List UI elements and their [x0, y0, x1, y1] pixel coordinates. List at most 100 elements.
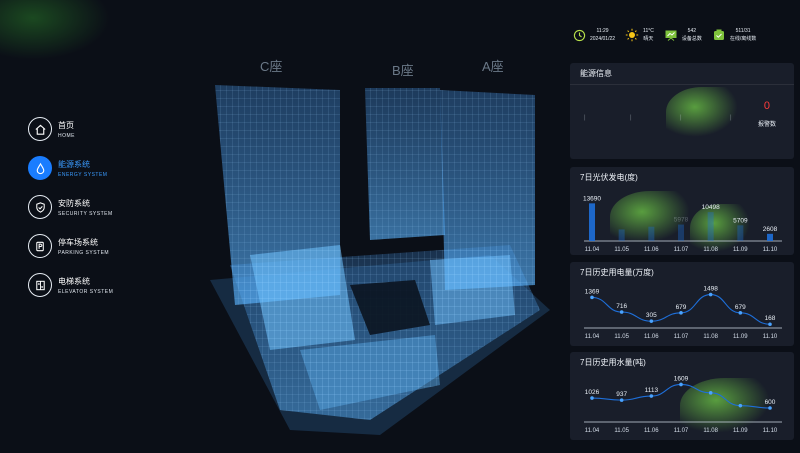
energy-panel-title: 能源信息 [570, 63, 794, 85]
data-point [590, 396, 594, 400]
x-tick-label: 11.08 [703, 428, 718, 434]
alarm-count: 0 [763, 100, 770, 112]
shield-icon [28, 195, 52, 219]
nav-item-elevator[interactable]: 电梯系统 ELEVATOR SYSTEM [28, 272, 178, 298]
clock-stat: 11:29 2024/01/22 [572, 24, 615, 46]
data-label: 679 [735, 304, 746, 311]
x-tick-label: 11.05 [614, 334, 629, 340]
data-point [649, 394, 654, 398]
data-label: 168 [765, 315, 776, 322]
nav-label: 电梯系统 [58, 276, 90, 286]
bar [648, 226, 655, 241]
temperature-text: 11°C [643, 28, 654, 34]
data-label: 5709 [733, 217, 748, 224]
data-label: 1498 [703, 286, 718, 293]
data-point [619, 310, 624, 314]
bar [707, 212, 714, 241]
solar-bar-chart: 11.04 11.05 11.06 11.07 11.08 11.09 11.10 13690… [583, 195, 782, 253]
building-label-a: A座 [482, 59, 504, 74]
device-board-icon [664, 28, 678, 42]
nav-sublabel: PARKING SYSTEM [58, 249, 110, 256]
data-label: 13690 [583, 195, 601, 202]
x-tick-label: 11.04 [585, 428, 600, 434]
data-label: 937 [616, 391, 627, 398]
leaf-decoration [666, 87, 738, 137]
building-label-c: C座 [260, 59, 283, 74]
x-tick-label: 11.07 [674, 334, 689, 340]
data-label: 305 [646, 312, 657, 319]
alarm-label: 报警数 [757, 122, 776, 128]
x-tick-label: 11.06 [644, 334, 659, 340]
data-point [708, 391, 713, 395]
nav-sublabel: SECURITY SYSTEM [58, 210, 113, 217]
bar [767, 233, 773, 241]
nav-item-energy[interactable]: 能源系统 ENERGY SYSTEM [28, 155, 178, 181]
elevator-icon [28, 273, 52, 297]
data-label: 1609 [674, 375, 689, 382]
x-tick-label: 11.09 [733, 428, 748, 434]
parking-icon [28, 234, 52, 258]
date-text: 2024/01/22 [590, 36, 616, 42]
online-stat: 511/31 在线/离线数 [712, 24, 756, 46]
data-point [768, 322, 772, 327]
nav-item-parking[interactable]: 停车场系统 PARKING SYSTEM [28, 233, 178, 259]
data-point [738, 311, 743, 315]
power-chart: 11.04 11.05 11.06 11.07 11.08 11.09 11.10 1369 7… [570, 284, 794, 354]
water-line-chart: 11.04 11.05 11.06 11.07 11.08 11.09 11.10 1026 9… [584, 375, 782, 434]
energy-col-2: | [630, 115, 632, 121]
building-wireframe [210, 85, 550, 435]
sun-icon [625, 28, 639, 42]
x-tick-label: 11.07 [674, 428, 689, 434]
x-tick-label: 11.05 [614, 428, 629, 434]
x-tick-label: 11.09 [733, 334, 748, 340]
drop-icon [28, 156, 52, 180]
nav-sublabel: HOME [58, 132, 75, 139]
data-point [590, 295, 594, 300]
x-tick-label: 11.07 [674, 247, 689, 253]
energy-col-4: | [730, 115, 732, 121]
energy-col-1: | [584, 115, 586, 121]
data-label: 1369 [585, 288, 600, 295]
bar [678, 224, 684, 241]
device-total-value: 542 [687, 28, 697, 34]
data-point [679, 311, 683, 315]
data-label: 679 [676, 304, 687, 311]
x-tick-label: 11.08 [703, 334, 718, 340]
nav-item-security[interactable]: 安防系统 SECURITY SYSTEM [28, 194, 178, 220]
x-tick-label: 11.10 [763, 428, 778, 434]
data-point [649, 319, 654, 323]
x-tick-label: 11.04 [585, 247, 600, 253]
data-point [679, 382, 683, 387]
energy-col-3: | [680, 115, 682, 121]
data-point [708, 292, 713, 297]
data-point [619, 398, 624, 402]
home-icon [28, 117, 52, 141]
data-label: 10498 [702, 204, 720, 211]
clock-icon [572, 28, 586, 42]
nav-item-home[interactable]: 首页 HOME [28, 116, 178, 142]
building-3d-view[interactable]: C座 B座 A座 [190, 50, 570, 450]
weather-text: 晴天 [643, 36, 654, 42]
bar [618, 229, 625, 241]
data-label: 1026 [585, 389, 600, 396]
status-bar: 11:29 2024/01/22 11°C 晴天 542 设备总数 511/31… [572, 24, 800, 46]
solar-chart: 11.04 11.05 11.06 11.07 11.08 11.09 11.10 13690… [570, 189, 794, 259]
power-panel-title: 7日历史用电量(万度) [580, 268, 654, 277]
solar-panel: 7日光伏发电(度) 11.04 11.05 11.06 11.07 11.08 11.09… [570, 167, 794, 255]
energy-info-panel: 能源信息 | | | | 0 报警数 [570, 63, 794, 159]
x-tick-label: 11.06 [644, 428, 659, 434]
bar [589, 203, 595, 241]
time-text: 11:29 [596, 28, 609, 34]
water-chart: 11.04 11.05 11.06 11.07 11.08 11.09 11.10 1026 9… [570, 374, 794, 444]
nav-sublabel: ENERGY SYSTEM [58, 171, 108, 178]
building-label-b: B座 [392, 63, 414, 78]
data-label: 600 [765, 399, 776, 406]
data-label: 716 [616, 303, 627, 310]
online-device-icon [712, 28, 726, 42]
water-panel-title: 7日历史用水量(吨) [580, 358, 646, 367]
nav-label: 首页 [58, 120, 74, 130]
data-label: 5978 [674, 217, 689, 224]
energy-summary: | | | | 0 报警数 [570, 85, 794, 147]
x-tick-label: 11.09 [733, 247, 748, 253]
data-point [768, 406, 772, 410]
